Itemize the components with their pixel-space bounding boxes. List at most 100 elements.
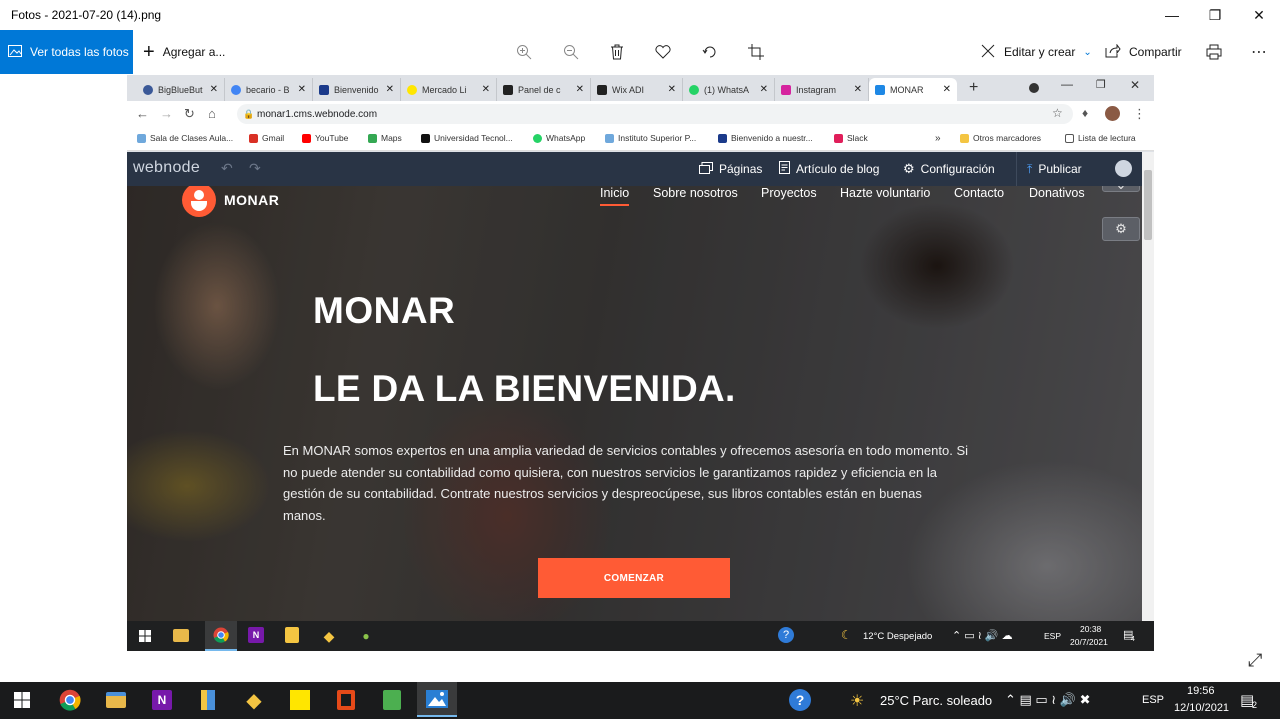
tab-close-icon[interactable]: ✕ [668,84,676,95]
browser-tab[interactable]: Mercado Li ✕ [401,78,497,101]
bookmark-item[interactable]: Instituto Superior P... [605,133,696,143]
tab-search-icon[interactable] [1029,83,1039,93]
tab-close-icon[interactable]: ✕ [576,84,584,95]
bookmark-item[interactable]: YouTube [302,133,348,143]
tab-close-icon[interactable]: ✕ [482,84,490,95]
office-taskbar-icon[interactable] [326,684,366,716]
forward-icon[interactable]: → [160,106,173,121]
hero-heading-2[interactable]: LE DA LA BIENVENIDA. [313,368,736,410]
taskbar-time[interactable]: 19:56 [1187,685,1215,697]
crop-icon[interactable] [744,40,768,64]
tab-label: Panel de c [518,84,561,95]
tab-favicon-icon [503,84,513,95]
bookmark-item[interactable]: Slack [834,133,868,143]
configuracion-button[interactable]: ⚙ Configuración [903,152,995,186]
onenote-taskbar-icon[interactable]: N [142,684,182,716]
rotate-icon[interactable] [698,40,722,64]
notes-taskbar-icon[interactable] [188,684,228,716]
browser-tab[interactable]: (1) WhatsA ✕ [683,78,775,101]
media-taskbar-icon[interactable] [372,684,412,716]
nav-inicio[interactable]: Inicio [600,186,630,206]
bookmark-item[interactable]: Gmail [249,133,284,143]
url-input[interactable]: 🔒 monar1.cms.webnode.com [237,104,1073,124]
file-explorer-taskbar-icon[interactable] [96,684,136,716]
articulo-button[interactable]: Artículo de blog [779,152,879,186]
zoom-in-icon[interactable] [512,40,536,64]
redo-icon[interactable]: ↷ [249,160,261,177]
browser-tab[interactable]: Instagram ✕ [775,78,869,101]
nav-hazte-voluntario[interactable]: Hazte voluntario [840,186,930,206]
agregar-button[interactable]: + Agregar a... [143,30,225,74]
git-taskbar-icon[interactable]: ◆ [234,684,274,716]
reload-icon[interactable]: ↻ [184,106,195,122]
tab-close-icon[interactable]: ✕ [760,84,768,95]
hero-heading-1[interactable]: MONAR [313,290,455,332]
nav-donativos[interactable]: Donativos [1029,186,1085,206]
help-taskbar-icon[interactable]: ? [789,689,811,711]
site-logo[interactable]: MONAR [182,186,279,217]
compartir-button[interactable]: Compartir [1105,30,1182,74]
more-icon[interactable]: ⋯ [1247,40,1271,64]
comenzar-button[interactable]: COMENZAR [538,558,730,598]
browser-close-icon[interactable]: ✕ [1130,78,1140,92]
close-button[interactable]: ✕ [1237,0,1280,30]
bookmark-item[interactable]: Bienvenido a nuestr... [718,133,813,143]
bookmarks-overflow-icon[interactable]: » [935,133,941,144]
user-avatar-icon[interactable] [1115,160,1132,177]
system-tray-icons[interactable]: ⌃ ▤ ▭ ≀ 🔊 ✖ [1005,692,1090,708]
browser-tab[interactable]: becario - B ✕ [225,78,313,101]
print-icon[interactable] [1202,40,1226,64]
browser-minimize-icon[interactable]: — [1061,77,1073,91]
windows-start-button[interactable] [2,684,42,716]
tab-close-icon[interactable]: ✕ [298,84,306,95]
browser-tab[interactable]: Panel de c ✕ [497,78,591,101]
taskbar-lang[interactable]: ESP [1142,694,1164,706]
photos-taskbar-icon[interactable] [417,682,457,717]
tab-close-icon[interactable]: ✕ [386,84,394,95]
browser-restore-icon[interactable]: ❐ [1096,78,1106,91]
minimize-button[interactable]: — [1150,0,1194,30]
tab-close-icon[interactable]: ✕ [854,84,862,95]
taskbar-weather[interactable]: 25°C Parc. soleado [880,693,992,708]
taskbar-date[interactable]: 12/10/2021 [1174,702,1229,714]
heart-icon[interactable] [651,40,675,64]
zoom-out-icon[interactable] [559,40,583,64]
chrome-taskbar-icon[interactable] [50,684,90,716]
profile-avatar[interactable] [1105,106,1120,121]
tab-close-icon[interactable]: ✕ [210,84,218,95]
back-icon[interactable]: ← [136,106,149,121]
bookmark-folder[interactable]: Otros marcadores [960,133,1041,143]
browser-menu-icon[interactable]: ⋮ [1133,106,1146,122]
browser-tab[interactable]: BigBlueBut ✕ [137,78,225,101]
hero-intro[interactable]: En MONAR somos expertos en una amplia va… [283,440,993,526]
new-tab-icon[interactable]: + [969,79,978,97]
home-icon[interactable]: ⌂ [208,106,216,121]
bookmark-item[interactable]: WhatsApp [533,133,585,143]
maximize-button[interactable]: ❐ [1193,0,1237,30]
sticky-notes-taskbar-icon[interactable] [280,684,320,716]
nav-proyectos[interactable]: Proyectos [761,186,817,206]
bookmark-item[interactable]: Sala de Clases Aula... [137,133,233,143]
bookmark-item[interactable]: Universidad Tecnol... [421,133,513,143]
page-scrollbar[interactable] [1142,152,1154,621]
scroll-thumb[interactable] [1144,170,1152,240]
ver-todas-button[interactable]: Ver todas las fotos [0,30,133,74]
editar-crear-button[interactable]: Editar y crear ⌄ [980,30,1092,74]
extensions-icon[interactable]: ♦ [1082,106,1088,120]
publicar-button[interactable]: ⤒ Publicar [1027,152,1082,186]
delete-icon[interactable] [605,40,629,64]
browser-tab[interactable]: Bienvenido ✕ [313,78,401,101]
nav-contacto[interactable]: Contacto [954,186,1004,206]
browser-tab-active[interactable]: MONAR ✕ [869,78,957,101]
section-chevron-icon[interactable]: ⌄ [1102,186,1140,192]
tab-close-icon[interactable]: ✕ [943,84,951,95]
bookmark-item[interactable]: Maps [368,133,402,143]
expand-icon[interactable]: ⤢ [1248,650,1262,671]
undo-icon[interactable]: ↶ [221,160,233,177]
section-settings-icon[interactable]: ⚙ [1102,217,1140,241]
reading-list[interactable]: Lista de lectura [1065,133,1136,143]
paginas-button[interactable]: Páginas [699,152,762,186]
nav-sobre-nosotros[interactable]: Sobre nosotros [653,186,738,206]
browser-tab[interactable]: Wix ADI ✕ [591,78,683,101]
star-icon[interactable]: ☆ [1052,106,1063,120]
